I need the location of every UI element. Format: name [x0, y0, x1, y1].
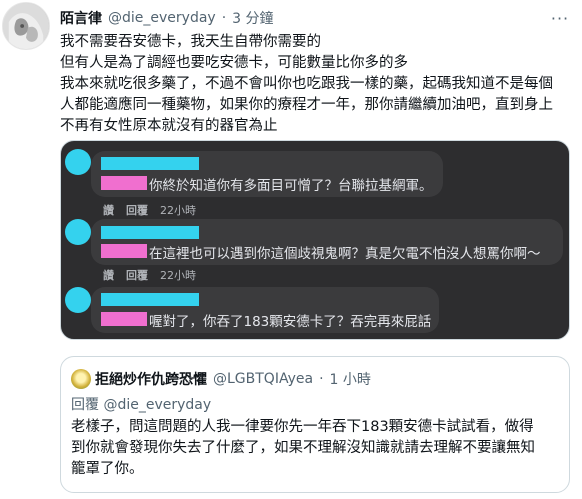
- comment-actions: 讚 回覆 22小時: [103, 202, 196, 218]
- comment-text: 你終於知道你有多面目可憎了？台聯拉基網軍。: [149, 178, 433, 194]
- comment-text: 在這裡也可以遇到你這個歧視鬼啊？真是欠電不怕沒人想罵你啊～: [149, 246, 541, 262]
- comment-actions: 讚 回覆 22小時: [103, 267, 196, 283]
- replying-to: 回覆 @die_everyday: [71, 394, 211, 414]
- quoted-tweet-text: 老樣子，問這問題的人我一律要你先一年吞下183顆安德卡試試看，做得 到你就會發現…: [71, 417, 563, 480]
- comment-age: 22小時: [160, 204, 196, 217]
- quoted-tweet[interactable]: 拒絕炒作仇跨恐懼 @LGBTQIAyea · 1 小時 回覆 @die_ever…: [60, 356, 570, 493]
- tweet: 陌言律 @die_everyday · 3 分鐘 ··· 我不需要吞安德卡，我天…: [0, 0, 582, 499]
- quoted-author-handle: @LGBTQIAyea: [213, 371, 314, 387]
- redacted-name: [101, 293, 199, 306]
- quoted-author-name: 拒絕炒作仇跨恐懼: [95, 372, 207, 388]
- author-name[interactable]: 陌言律: [60, 8, 102, 28]
- more-options-icon[interactable]: ···: [548, 8, 572, 28]
- quoted-line: 籠罩了你。: [71, 461, 144, 477]
- comment-avatar: [65, 219, 91, 245]
- redacted-tag: [101, 312, 147, 326]
- quoted-line: 老樣子，問這問題的人我一律要你先一年吞下183顆安德卡試試看，做得: [71, 419, 534, 435]
- reply-action: 回覆: [126, 204, 148, 217]
- comment-age: 22小時: [160, 269, 196, 282]
- like-action: 讚: [103, 204, 114, 217]
- tweet-line: 但有人是為了調經也要吃安德卡，可能數量比你多的多: [60, 55, 408, 71]
- comment-avatar: [65, 287, 91, 313]
- quoted-author-avatar: [71, 369, 91, 389]
- quoted-timestamp: 1 小時: [329, 372, 371, 388]
- quoted-tweet-header: 拒絕炒作仇跨恐懼 @LGBTQIAyea · 1 小時: [95, 369, 371, 389]
- avatar-image-icon: [3, 3, 49, 49]
- redacted-tag: [101, 244, 147, 258]
- replying-to-label: 回覆: [71, 397, 99, 413]
- timestamp[interactable]: 3 分鐘: [232, 8, 273, 28]
- replying-to-handle[interactable]: @die_everyday: [103, 397, 211, 413]
- redacted-name: [101, 226, 199, 239]
- comment-avatar: [65, 149, 91, 175]
- comment-text: 喔對了，你吞了183顆安德卡了？吞完再來屁話: [149, 314, 432, 330]
- author-avatar[interactable]: [2, 2, 50, 50]
- author-handle[interactable]: @die_everyday: [108, 10, 216, 26]
- tweet-line: 我本來就吃很多藥了，不過不會叫你也吃跟我一樣的藥，起碼我知道不是每個: [60, 76, 553, 92]
- like-action: 讚: [103, 269, 114, 282]
- quoted-line: 到你就會發現你失去了什麼了，如果不理解沒知識就請去理解不要讓無知: [71, 440, 535, 456]
- tweet-line: 人都能適應同一種藥物，如果你的療程才一年，那你請繼續加油吧，直到身上: [60, 97, 553, 113]
- attached-screenshot[interactable]: 你終於知道你有多面目可憎了？台聯拉基網軍。 讚 回覆 22小時 在這裡也可以遇到…: [60, 140, 570, 340]
- redacted-tag: [101, 176, 147, 190]
- separator-dot: ·: [221, 10, 227, 26]
- tweet-header: 陌言律 @die_everyday · 3 分鐘: [60, 8, 274, 28]
- redacted-name: [101, 157, 199, 170]
- tweet-line: 不再有女性原本就沒有的器官為止: [60, 118, 278, 134]
- tweet-text: 我不需要吞安德卡，我天生自帶你需要的 但有人是為了調經也要吃安德卡，可能數量比你…: [60, 32, 574, 137]
- separator-dot: ·: [319, 371, 324, 387]
- tweet-line: 我不需要吞安德卡，我天生自帶你需要的: [60, 34, 321, 50]
- reply-action: 回覆: [126, 269, 148, 282]
